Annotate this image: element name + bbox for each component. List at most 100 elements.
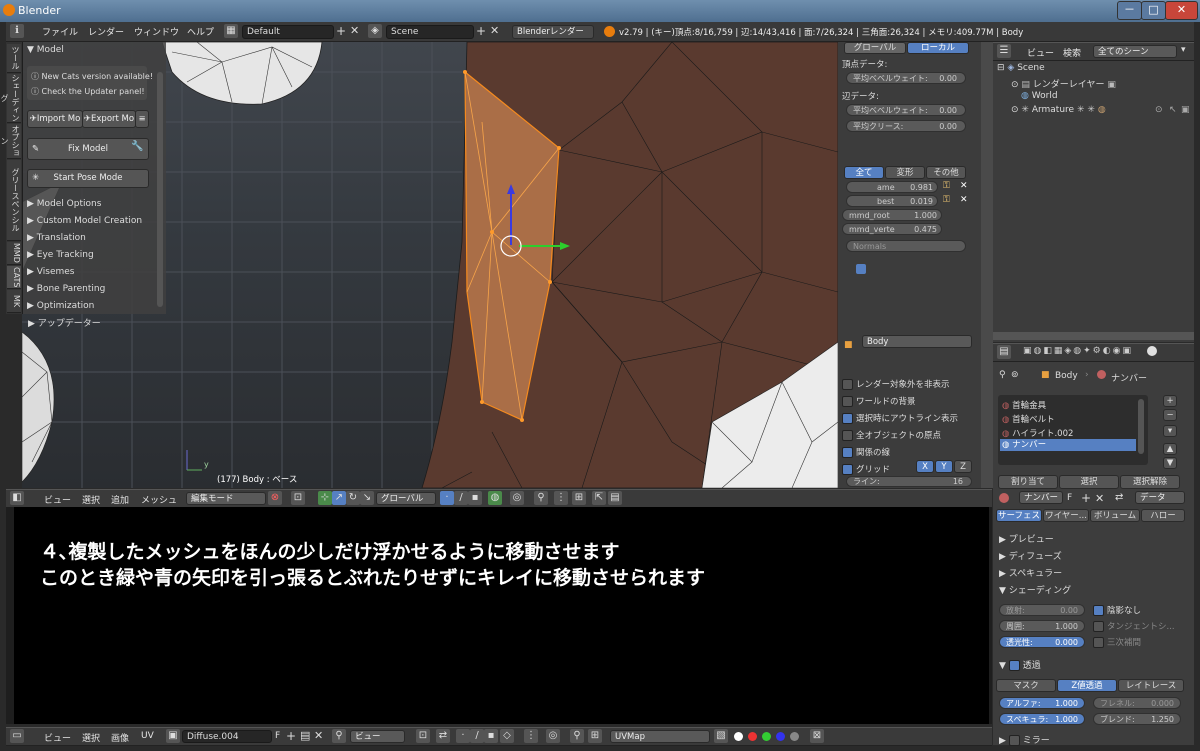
outliner-menu-view[interactable]: ビュー xyxy=(1027,46,1054,59)
material-list-scrollbar[interactable] xyxy=(1138,399,1144,454)
mean-bevel-weight-field[interactable]: 平均ベベルウェイト: 0.00 xyxy=(846,72,966,84)
shape-key-1-remove-icon[interactable]: ✕ xyxy=(960,181,968,191)
add-scene-icon[interactable]: + xyxy=(476,24,486,38)
overlay-item-4[interactable]: 関係の線 xyxy=(842,446,890,458)
section-preview[interactable]: ▶ プレビュー xyxy=(999,532,1054,545)
snap-icon[interactable]: ⚲ xyxy=(534,491,548,505)
transparency-mask-tab[interactable]: マスク xyxy=(996,679,1056,692)
uv-face-select-icon[interactable]: ▪ xyxy=(484,729,498,743)
deselect-button[interactable]: 選択解除 xyxy=(1120,475,1180,489)
uv-pivot-icon[interactable]: ⊡ xyxy=(416,729,430,743)
channel-blue-icon[interactable] xyxy=(776,732,785,741)
section-translation[interactable]: ▶ Translation xyxy=(27,233,161,243)
layout-field[interactable]: Default xyxy=(242,25,334,39)
face-select-icon[interactable]: ▪ xyxy=(468,491,482,505)
outliner-filter-dropdown[interactable]: 全てのシーン xyxy=(1093,45,1177,58)
section-eye-tracking[interactable]: ▶ Eye Tracking xyxy=(27,250,161,260)
global-toggle[interactable]: グローバル xyxy=(844,42,906,54)
close-button[interactable]: ✕ xyxy=(1165,1,1198,20)
shape-key-2-field[interactable]: best 0.019 xyxy=(846,195,938,207)
shape-tab-other[interactable]: その他 xyxy=(926,166,966,179)
render-anim-icon[interactable]: ▤ xyxy=(608,491,622,505)
move-slot-down-button[interactable]: ▼ xyxy=(1163,457,1177,469)
proportional-edit-icon[interactable]: ◎ xyxy=(510,491,524,505)
material-specials-button[interactable]: ▾ xyxy=(1163,425,1177,437)
scene-field[interactable]: Scene xyxy=(386,25,474,39)
shelf-scrollbar[interactable] xyxy=(157,72,163,307)
tab-options[interactable]: オプション xyxy=(0,124,21,159)
export-model-button[interactable]: ✈Export Mo xyxy=(82,110,136,128)
shape-key-1-field[interactable]: ame 0.981 xyxy=(846,181,938,193)
tab-wire[interactable]: ワイヤー... xyxy=(1043,509,1089,522)
pin-icon[interactable]: ⚲ xyxy=(332,729,346,743)
rotate-icon[interactable]: ↻ xyxy=(346,491,360,505)
grid-axis-y[interactable]: Y xyxy=(935,460,953,473)
blend-field[interactable]: ブレンド: 1.250 xyxy=(1093,713,1181,725)
channel-alpha-icon[interactable] xyxy=(790,732,799,741)
material-slot-2[interactable]: ◍ ハイライト.002 xyxy=(1002,427,1073,439)
section-model-options[interactable]: ▶ Model Options xyxy=(27,199,161,209)
outliner-editor-icon[interactable]: ☰ xyxy=(997,44,1011,58)
translucency-field[interactable]: 透光性: 0.000 xyxy=(999,636,1085,648)
select-button[interactable]: 選択 xyxy=(1059,475,1119,489)
uv-view-dropdown[interactable]: ビュー xyxy=(350,730,405,743)
section-visemes[interactable]: ▶ Visemes xyxy=(27,267,161,277)
shape-key-2-icon[interactable]: ⚿ xyxy=(943,195,950,205)
cubic-interpolation-checkbox[interactable]: 三次補間 xyxy=(1093,636,1141,648)
mmd-vertex-field[interactable]: mmd_verte 0.475 xyxy=(842,223,942,235)
edge-bevel-weight-field[interactable]: 平均ベベルウェイト: 0.00 xyxy=(846,104,966,116)
limit-selection-icon[interactable]: ◍ xyxy=(488,491,502,505)
transparency-raytrace-tab[interactable]: レイトレース xyxy=(1118,679,1184,692)
image-open-icon[interactable]: ▤ xyxy=(300,729,310,742)
render-engine-dropdown[interactable]: Blenderレンダー xyxy=(512,25,594,39)
transparency-ztransp-tab[interactable]: Z値透過 xyxy=(1057,679,1117,692)
tangent-shading-checkbox[interactable]: タンジェントシ... xyxy=(1093,620,1175,632)
shape-tab-deform[interactable]: 変形 xyxy=(885,166,925,179)
tab-grease-pencil[interactable]: グリースペンシル xyxy=(7,160,21,241)
menu-select[interactable]: 選択 xyxy=(82,493,100,506)
material-slot-3-selected[interactable]: ◍ ナンバー xyxy=(1000,439,1136,451)
maximize-button[interactable]: □ xyxy=(1141,1,1166,20)
lock-icon[interactable]: ⊠ xyxy=(810,729,824,743)
assign-button[interactable]: 割り当て xyxy=(998,475,1058,489)
tab-mk[interactable]: MK xyxy=(7,290,21,313)
object-name-field[interactable]: Body xyxy=(862,335,972,348)
tab-tools[interactable]: ツール xyxy=(7,44,21,73)
mean-crease-field[interactable]: 平均クリース: 0.00 xyxy=(846,120,966,132)
add-material-slot-button[interactable]: + xyxy=(1163,395,1177,407)
uv-snap-element-icon[interactable]: ⊞ xyxy=(588,729,602,743)
uv-menu-image[interactable]: 画像 xyxy=(111,731,129,744)
image-browse-icon[interactable]: ▣ xyxy=(166,729,180,743)
properties-context-tabs[interactable]: ▣◍◧▦◈◍✦⚙◐◉▣ xyxy=(1023,346,1133,356)
menu-add[interactable]: 追加 xyxy=(111,493,129,506)
menu-window[interactable]: ウィンドウ xyxy=(134,25,179,38)
channel-rgb-icon[interactable] xyxy=(734,732,743,741)
uv-island-select-icon[interactable]: ◇ xyxy=(500,729,514,743)
outliner-item-world[interactable]: ◍ World xyxy=(1021,91,1058,101)
import-model-button[interactable]: ✈Import Mo xyxy=(27,110,83,128)
uvmap-dropdown[interactable]: UVMap xyxy=(610,730,710,743)
material-slot-list[interactable]: ◍ 首輪金具 ◍ 首輪ベルト ◍ ハイライト.002 ◍ ナンバー xyxy=(998,395,1148,465)
material-fake-user-button[interactable]: F xyxy=(1067,493,1072,503)
section-optimization[interactable]: ▶ Optimization xyxy=(27,301,161,311)
tab-halo[interactable]: ハロー xyxy=(1141,509,1185,522)
material-context-icon[interactable] xyxy=(1147,346,1157,356)
manipulator-toggle-icon[interactable]: ⊹ xyxy=(318,491,332,505)
material-slot-1[interactable]: ◍ 首輪ベルト xyxy=(1002,413,1055,425)
uv-editor-type-icon[interactable]: ▭ xyxy=(10,729,24,743)
image-new-icon[interactable]: + xyxy=(286,729,296,743)
section-mirror[interactable]: ▶ ミラー xyxy=(999,733,1050,746)
vertex-select-icon[interactable]: · xyxy=(440,491,454,505)
menu-file[interactable]: ファイル xyxy=(42,25,78,38)
material-link-icon[interactable]: ⇄ xyxy=(1115,492,1123,503)
tab-mmd[interactable]: MMD xyxy=(7,242,21,265)
grid-lines-field[interactable]: ライン: 16 xyxy=(846,476,972,487)
armature-render-icon[interactable]: ▣ xyxy=(1181,105,1190,115)
uv-edge-select-icon[interactable]: / xyxy=(470,729,484,743)
outliner-menu-search[interactable]: 検索 xyxy=(1063,46,1081,59)
minimize-button[interactable]: － xyxy=(1117,1,1142,20)
fresnel-field[interactable]: フレネル: 0.000 xyxy=(1093,697,1181,709)
uv-proportional-icon[interactable]: ◎ xyxy=(546,729,560,743)
specular-alpha-field[interactable]: スペキュラ: 1.000 xyxy=(999,713,1085,725)
outliner-options-icon[interactable]: ▾ xyxy=(1181,45,1186,55)
